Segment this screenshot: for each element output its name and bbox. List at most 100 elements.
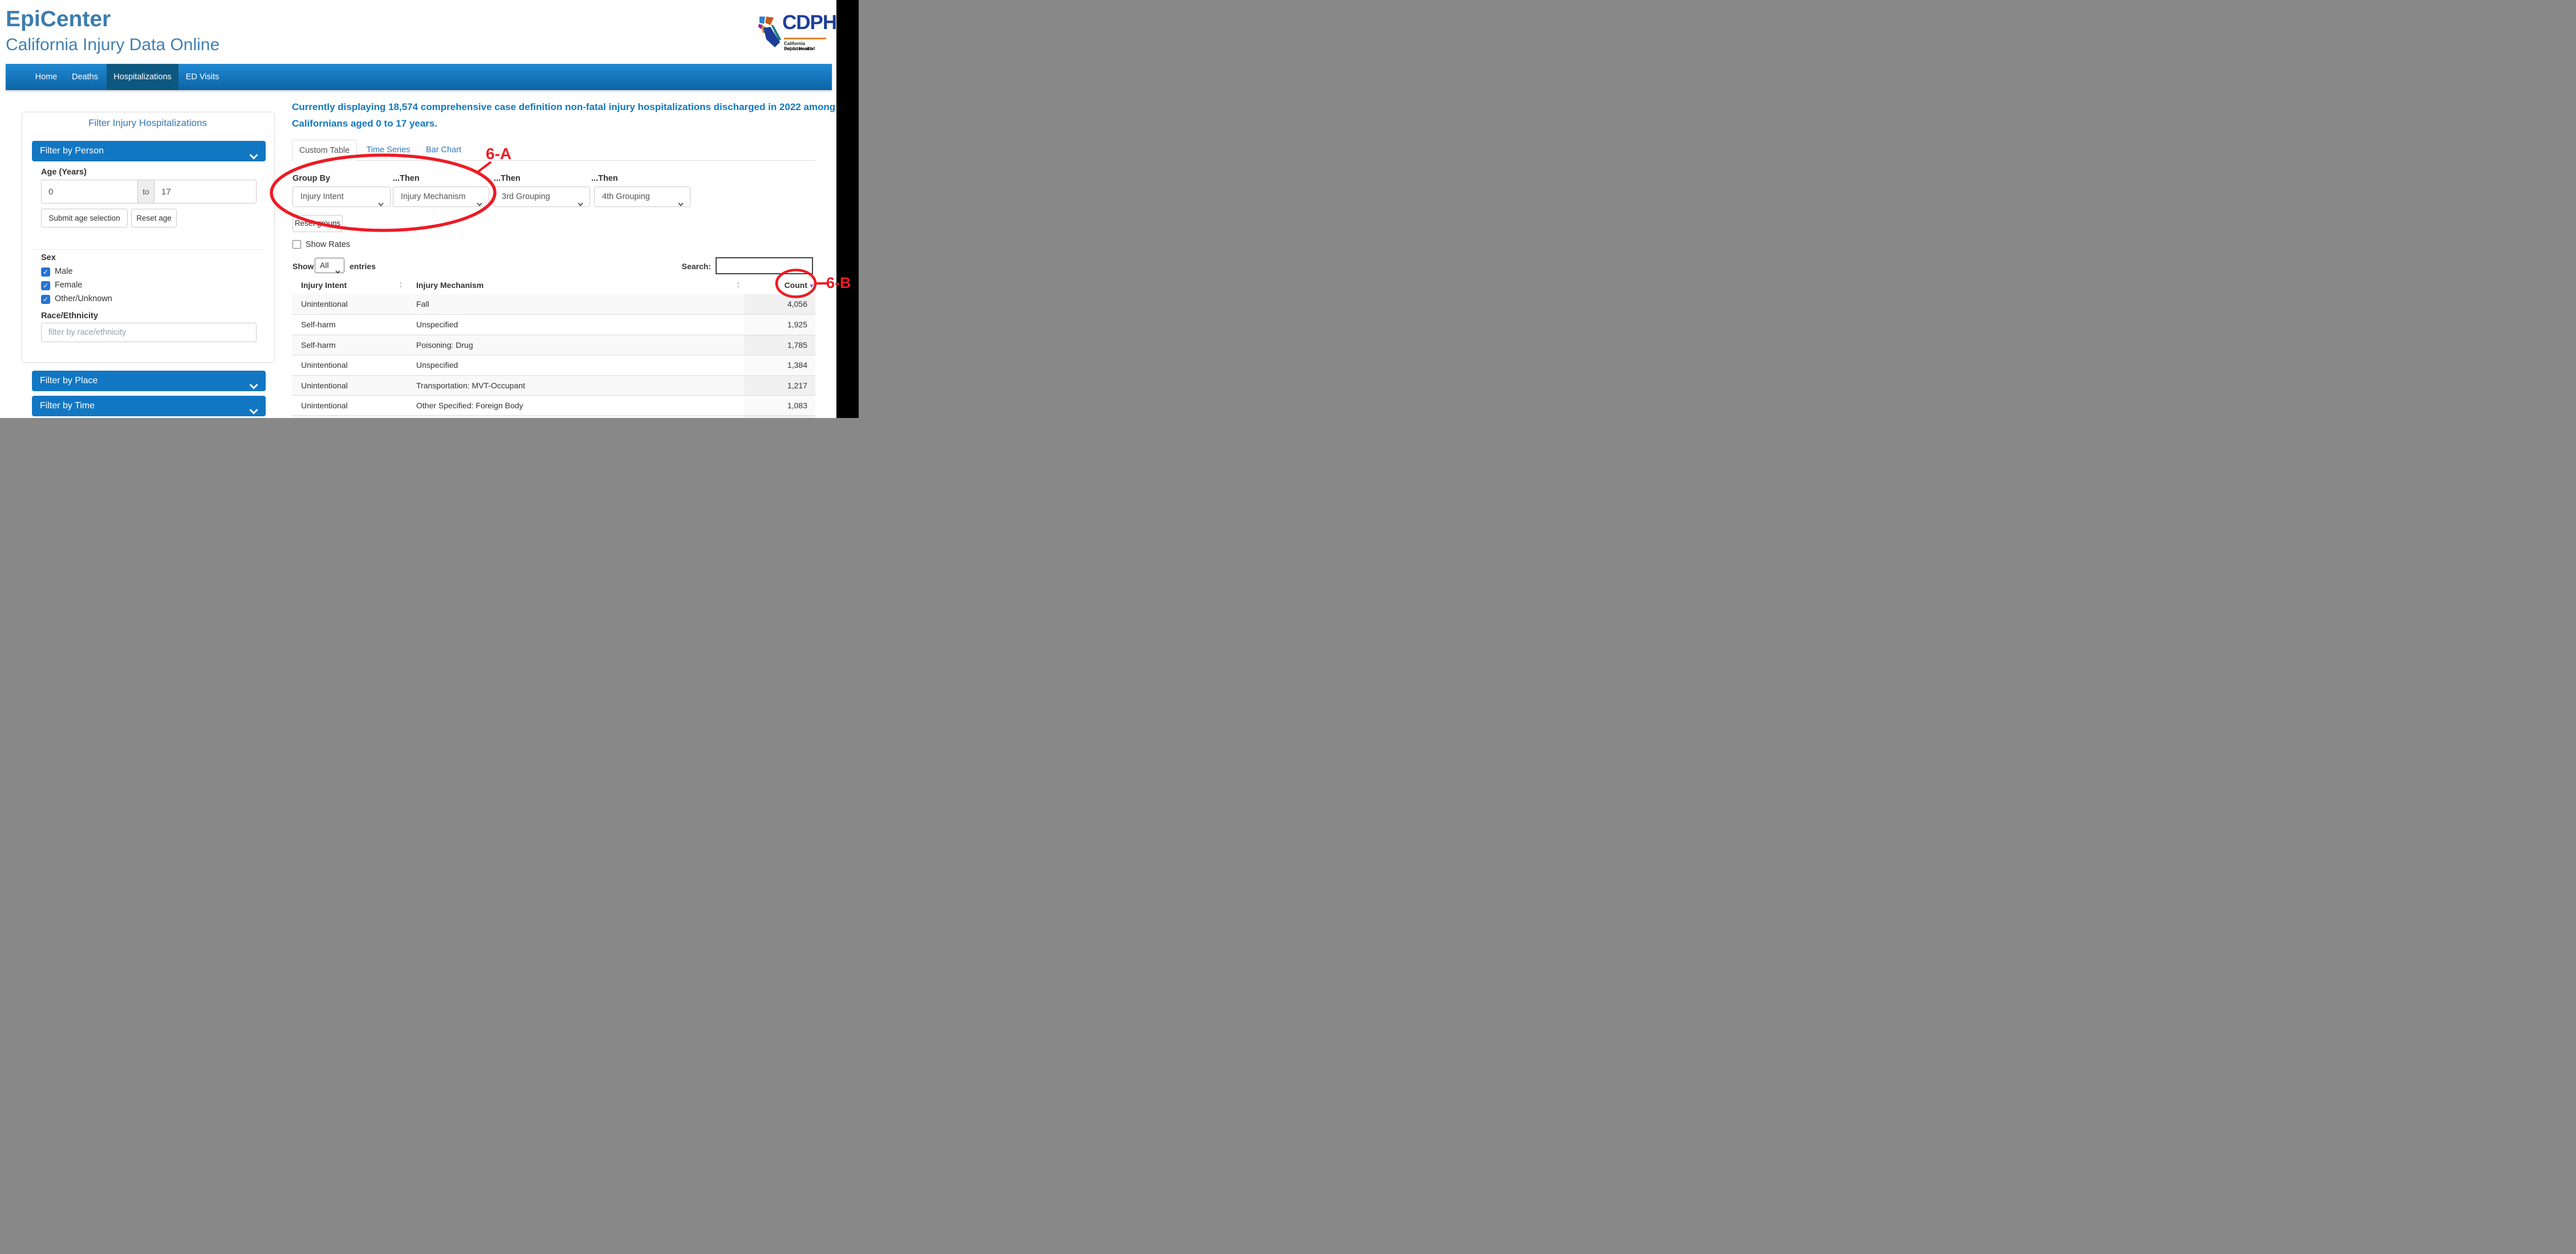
- status-text-line2: Californians aged 0 to 17 years.: [292, 118, 437, 129]
- table-row[interactable]: Unintentional Transportation: MVT-Occupan…: [292, 375, 815, 396]
- chevron-down-icon: [335, 264, 340, 278]
- filter-by-time-header[interactable]: Filter by Time: [32, 396, 266, 416]
- count-cell-shading: [744, 416, 815, 418]
- site-subtitle: California Injury Data Online: [6, 35, 220, 55]
- sort-both-icon[interactable]: ▲▼: [398, 281, 404, 289]
- sex-option-label-female: Female: [55, 281, 82, 290]
- table-row-partial: [292, 415, 815, 418]
- logo-orange-rule: [784, 38, 826, 39]
- cell-injury-mechanism: Other Specified: Foreign Body: [416, 401, 523, 410]
- epicenter-page: EpiCenter California Injury Data Online …: [0, 0, 859, 418]
- column-header-count[interactable]: Count: [744, 281, 807, 290]
- cdph-logo: CDPH California Department of Public Hea…: [758, 16, 830, 50]
- grouping-label-1: Group By: [292, 174, 330, 183]
- cell-injury-intent: Self-harm: [301, 320, 336, 329]
- grouping-select-1-injury-intent[interactable]: Injury Intent: [292, 186, 391, 207]
- reset-groups-button[interactable]: Reset groups: [292, 215, 343, 232]
- sort-both-icon[interactable]: ▲▼: [736, 281, 741, 289]
- chevron-down-icon: [477, 194, 482, 214]
- grouping-select-value: Injury Intent: [300, 192, 344, 201]
- sex-option-label-other-unknown: Other/Unknown: [55, 294, 112, 303]
- table-row[interactable]: Unintentional Fall 4,056: [292, 294, 815, 314]
- logo-acronym: CDPH: [782, 11, 836, 34]
- show-rates-checkbox[interactable]: [292, 240, 301, 249]
- cell-injury-intent: Unintentional: [301, 299, 348, 309]
- annotation-leader-line-a: [477, 162, 491, 173]
- filter-by-time-label: Filter by Time: [40, 401, 95, 411]
- cell-count: 1,925: [744, 320, 807, 329]
- table-row[interactable]: Self-harm Unspecified 1,925: [292, 314, 815, 335]
- search-input[interactable]: [716, 257, 813, 274]
- cell-injury-intent: Unintentional: [301, 360, 348, 370]
- nav-item-home[interactable]: Home: [29, 64, 64, 90]
- reset-age-button[interactable]: Reset age: [131, 209, 177, 228]
- logo-org-line2: Public Health: [784, 46, 813, 51]
- submit-age-button[interactable]: Submit age selection: [41, 209, 128, 228]
- filter-panel-title: Filter Injury Hospitalizations: [22, 117, 274, 129]
- chevron-down-icon: [250, 147, 258, 168]
- grouping-select-4-4th-grouping[interactable]: 4th Grouping: [594, 186, 690, 207]
- show-entries-label: Show: [292, 262, 314, 271]
- age-to-input[interactable]: [154, 180, 257, 204]
- column-header-injury-intent[interactable]: Injury Intent: [301, 281, 347, 290]
- table-row[interactable]: Unintentional Other Specified: Foreign Bo…: [292, 395, 815, 416]
- grouping-select-value: 3rd Grouping: [502, 192, 550, 201]
- grouping-select-value: 4th Grouping: [602, 192, 650, 201]
- site-title: EpiCenter: [6, 7, 111, 32]
- grouping-select-value: Injury Mechanism: [401, 192, 466, 201]
- cell-injury-mechanism: Poisoning: Drug: [416, 340, 473, 350]
- letterbox-right: [836, 0, 859, 418]
- filter-by-place-label: Filter by Place: [40, 376, 97, 385]
- tab-time-series[interactable]: Time Series: [365, 140, 412, 161]
- cell-injury-mechanism: Fall: [416, 299, 429, 309]
- sex-checkbox-female[interactable]: ✓: [41, 281, 50, 290]
- table-row[interactable]: Self-harm Poisoning: Drug 1,785: [292, 335, 815, 355]
- chevron-down-icon: [250, 377, 258, 397]
- grouping-select-2-injury-mechanism[interactable]: Injury Mechanism: [393, 186, 489, 207]
- cell-injury-mechanism: Transportation: MVT-Occupant: [416, 381, 525, 390]
- chevron-down-icon: [378, 194, 384, 214]
- cell-injury-intent: Unintentional: [301, 381, 348, 390]
- column-header-injury-mechanism[interactable]: Injury Mechanism: [416, 281, 483, 290]
- table-row[interactable]: Unintentional Unspecified 1,384: [292, 355, 815, 375]
- main-nav: HomeDeathsHospitalizationsED Visits: [6, 64, 832, 90]
- entries-length-value: All: [320, 261, 329, 270]
- tab-custom-table[interactable]: Custom Table: [292, 140, 357, 161]
- status-text-line1: Currently displaying 18,574 comprehensiv…: [292, 102, 835, 113]
- tab-bar-chart[interactable]: Bar Chart: [425, 140, 462, 161]
- sort-descending-icon[interactable]: ▼: [808, 283, 815, 290]
- cell-count: 1,217: [744, 381, 807, 390]
- california-state-icon: [758, 16, 781, 48]
- grouping-select-3-3rd-grouping[interactable]: 3rd Grouping: [494, 186, 590, 207]
- sex-option-label-male: Male: [55, 267, 72, 276]
- race-ethnicity-input[interactable]: [41, 323, 257, 342]
- nav-item-deaths[interactable]: Deaths: [67, 64, 103, 90]
- chevron-down-icon: [678, 194, 684, 214]
- table-header-row: Injury Intent ▲▼ Injury Mechanism ▲▼ Cou…: [292, 277, 815, 295]
- sex-checkbox-other-unknown[interactable]: ✓: [41, 295, 50, 304]
- cell-count: 1,785: [744, 340, 807, 350]
- filter-by-person-label: Filter by Person: [40, 146, 104, 156]
- cell-injury-intent: Self-harm: [301, 340, 336, 350]
- race-ethnicity-label: Race/Ethnicity: [41, 311, 98, 320]
- entries-length-select[interactable]: All: [315, 258, 344, 273]
- filter-by-place-header[interactable]: Filter by Place: [32, 371, 266, 391]
- show-rates-label: Show Rates: [306, 240, 350, 249]
- filter-by-person-header[interactable]: Filter by Person: [32, 141, 266, 161]
- nav-item-ed-visits[interactable]: ED Visits: [182, 64, 222, 90]
- age-label: Age (Years): [41, 168, 87, 177]
- age-from-input[interactable]: [41, 180, 138, 204]
- sex-checkbox-male[interactable]: ✓: [41, 267, 50, 277]
- cell-injury-mechanism: Unspecified: [416, 360, 458, 370]
- age-to-separator: to: [137, 180, 155, 204]
- search-label: Search:: [654, 262, 711, 271]
- cell-injury-intent: Unintentional: [301, 401, 348, 410]
- cell-count: 4,056: [744, 299, 807, 309]
- nav-item-hospitalizations[interactable]: Hospitalizations: [107, 64, 178, 90]
- entries-suffix-label: entries: [350, 262, 376, 271]
- cell-count: 1,384: [744, 360, 807, 370]
- sex-label: Sex: [41, 253, 56, 262]
- chevron-down-icon: [250, 402, 258, 418]
- grouping-label-2: ...Then: [393, 174, 420, 183]
- cell-injury-mechanism: Unspecified: [416, 320, 458, 329]
